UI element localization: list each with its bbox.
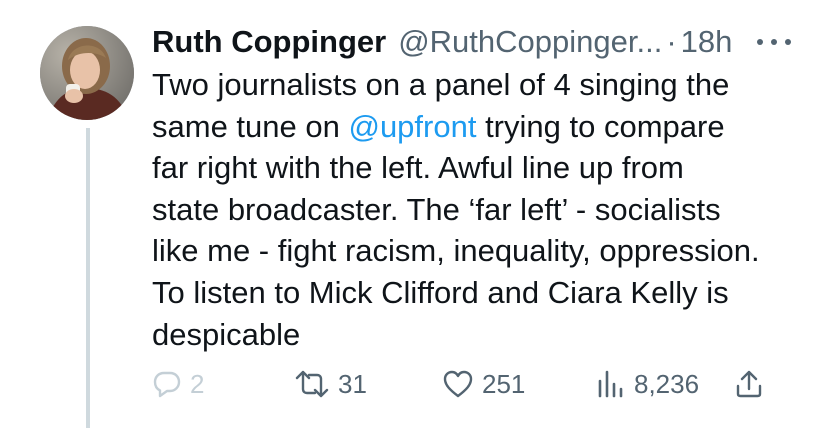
avatar-photo	[40, 26, 134, 120]
views-count: 8,236	[634, 368, 700, 399]
retweet-button[interactable]: 31	[294, 364, 367, 404]
share-button[interactable]	[734, 364, 764, 404]
tweet-text-part-2: trying to compare far right with the lef…	[152, 108, 760, 352]
tweet[interactable]: Ruth Coppinger @RuthCoppinger... · 18h T…	[0, 0, 828, 428]
separator-dot: ·	[666, 24, 677, 59]
share-upload-icon	[736, 370, 762, 398]
reply-bubble-icon	[153, 371, 181, 398]
timestamp[interactable]: 18h	[681, 24, 733, 60]
author-name[interactable]: Ruth Coppinger	[152, 24, 386, 60]
heart-icon	[443, 370, 473, 398]
mention-link[interactable]: @upfront	[348, 109, 476, 144]
author-handle[interactable]: @RuthCoppinger...	[398, 24, 662, 60]
avatar[interactable]	[40, 26, 134, 120]
views-button[interactable]: 8,236	[596, 364, 699, 404]
like-count: 251	[482, 368, 526, 399]
views-bar-chart-icon	[598, 370, 623, 398]
retweet-count: 31	[338, 368, 367, 399]
thread-line	[86, 128, 90, 428]
tweet-text: Two journalists on a panel of 4 singing …	[152, 64, 802, 355]
retweet-icon	[295, 370, 329, 398]
reply-count: 2	[190, 368, 205, 399]
action-bar: 2 31 251 8,236	[152, 364, 792, 404]
more-dots-icon[interactable]	[754, 34, 794, 50]
tweet-header: Ruth Coppinger @RuthCoppinger... · 18h	[152, 20, 732, 64]
like-button[interactable]: 251	[442, 364, 525, 404]
reply-button[interactable]: 2	[152, 364, 204, 404]
